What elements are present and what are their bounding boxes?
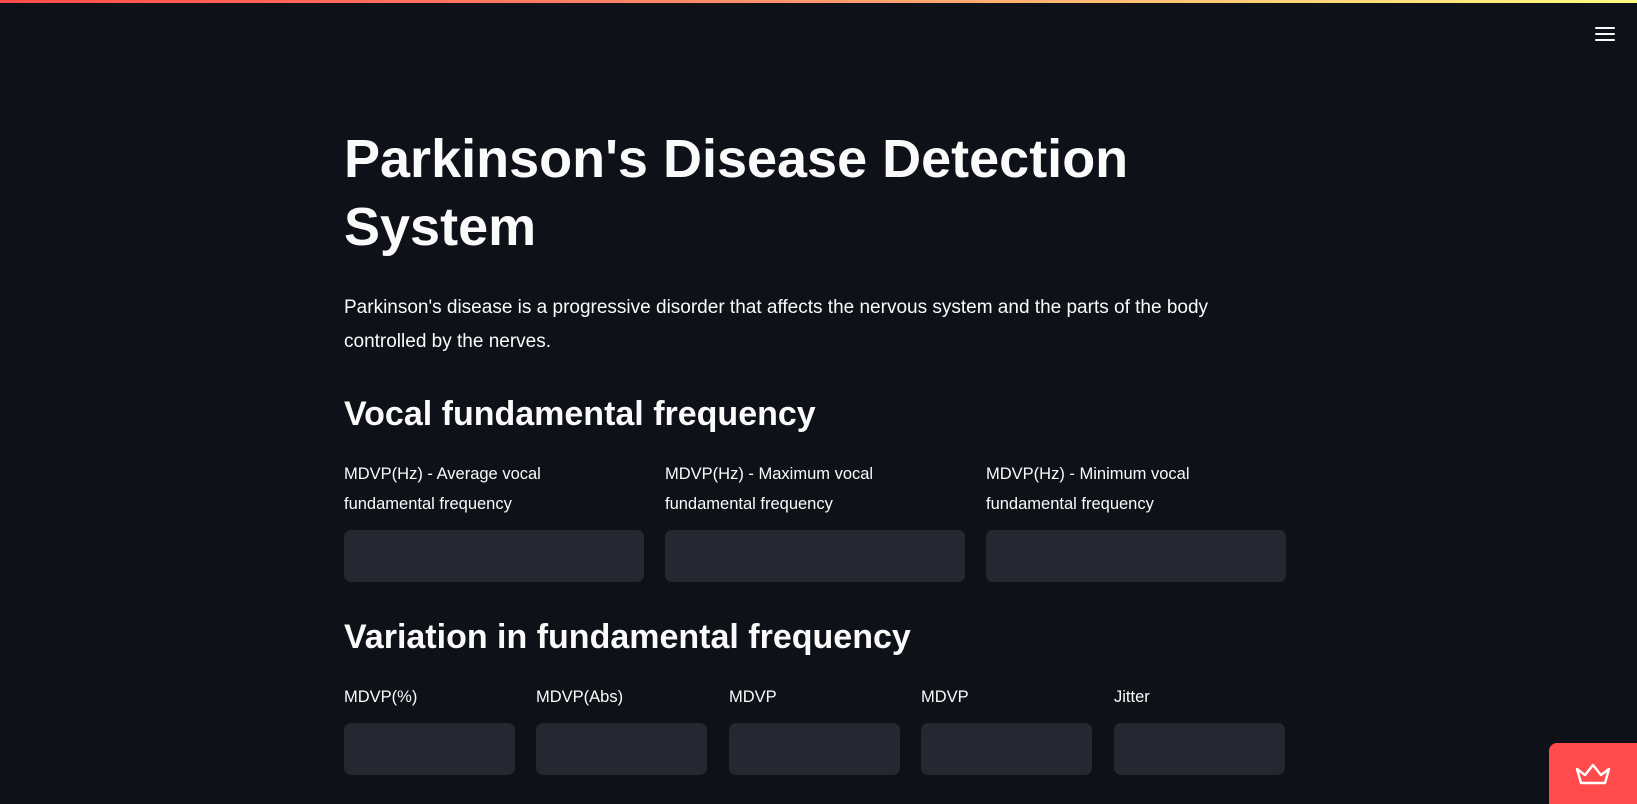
field-mdvp-1: MDVP xyxy=(729,682,900,804)
field-mdvp-percent: MDVP(%) xyxy=(344,682,515,804)
top-decoration-bar xyxy=(0,0,1637,3)
mdvp-input[interactable] xyxy=(921,723,1092,775)
field-label: MDVP xyxy=(921,688,969,706)
hamburger-icon xyxy=(1595,27,1615,29)
field-minimum-frequency: MDVP(Hz) - Minimum vocal fundamental fre… xyxy=(986,459,1286,583)
jitter-input[interactable] xyxy=(1114,723,1285,775)
hamburger-icon-line xyxy=(1595,39,1615,41)
field-label: MDVP(Abs) xyxy=(536,688,624,706)
page-description: Parkinson's disease is a progressive dis… xyxy=(344,297,1209,352)
maximum-frequency-input[interactable] xyxy=(665,530,965,582)
minimum-frequency-input[interactable] xyxy=(986,530,1286,582)
crown-icon xyxy=(1575,763,1611,784)
field-mdvp-2: MDVP xyxy=(921,682,1092,804)
field-jitter: Jitter xyxy=(1114,682,1285,804)
mdvp-input[interactable] xyxy=(729,723,900,775)
field-average-frequency: MDVP(Hz) - Average vocal fundamental fre… xyxy=(344,459,644,583)
average-frequency-input[interactable] xyxy=(344,530,644,582)
streamlit-badge[interactable] xyxy=(1549,743,1637,804)
section-title-frequency-variation: Variation in fundamental frequency xyxy=(344,618,911,656)
field-label: MDVP(Hz) - Minimum vocal fundamental fre… xyxy=(986,465,1190,513)
section-title-vocal-frequency: Vocal fundamental frequency xyxy=(344,395,816,433)
hamburger-icon-line xyxy=(1595,33,1615,35)
page-title: Parkinson's Disease Detection System xyxy=(344,129,1129,257)
field-label: MDVP(Hz) - Average vocal fundamental fre… xyxy=(344,465,541,513)
mdvp-percent-input[interactable] xyxy=(344,723,515,775)
field-label: MDVP(Hz) - Maximum vocal fundamental fre… xyxy=(665,465,874,513)
field-maximum-frequency: MDVP(Hz) - Maximum vocal fundamental fre… xyxy=(665,459,965,583)
field-label: Jitter xyxy=(1114,688,1150,706)
field-label: MDVP(%) xyxy=(344,688,418,706)
field-label: MDVP xyxy=(729,688,777,706)
main-menu-button[interactable] xyxy=(1590,22,1620,46)
mdvp-abs-input[interactable] xyxy=(536,723,707,775)
field-mdvp-abs: MDVP(Abs) xyxy=(536,682,707,804)
